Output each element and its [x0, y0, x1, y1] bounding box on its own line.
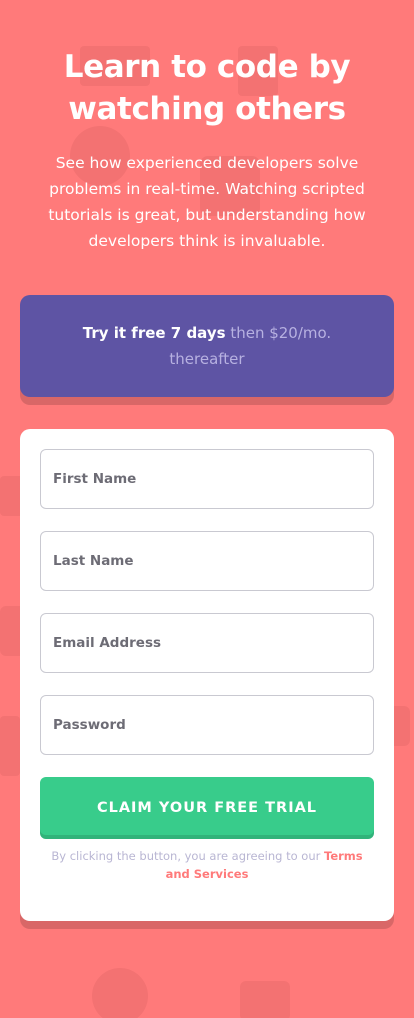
first-name-field[interactable] — [40, 449, 374, 509]
terms-text: By clicking the button, you are agreeing… — [40, 847, 374, 883]
promo-banner: Try it free 7 days then $20/mo. thereaft… — [20, 295, 394, 397]
hero-title: Learn to code by watching others — [63, 49, 351, 127]
promo-text: Try it free 7 days then $20/mo. thereaft… — [80, 320, 334, 372]
password-input[interactable] — [51, 716, 363, 734]
email-field[interactable] — [40, 613, 374, 673]
terms-prefix: By clicking the button, you are agreeing… — [51, 849, 324, 863]
password-field[interactable] — [40, 695, 374, 755]
email-input[interactable] — [51, 634, 363, 652]
last-name-input[interactable] — [51, 552, 363, 570]
hero-description: See how experienced developers solve pro… — [48, 154, 366, 250]
promo-highlight: Try it free 7 days — [82, 324, 226, 342]
first-name-input[interactable] — [51, 470, 363, 488]
signup-form: CLAIM YOUR FREE TRIAL By clicking the bu… — [20, 429, 394, 921]
last-name-field[interactable] — [40, 531, 374, 591]
page-content: Learn to code by watching others See how… — [0, 46, 414, 921]
claim-trial-button[interactable]: CLAIM YOUR FREE TRIAL — [40, 777, 374, 839]
